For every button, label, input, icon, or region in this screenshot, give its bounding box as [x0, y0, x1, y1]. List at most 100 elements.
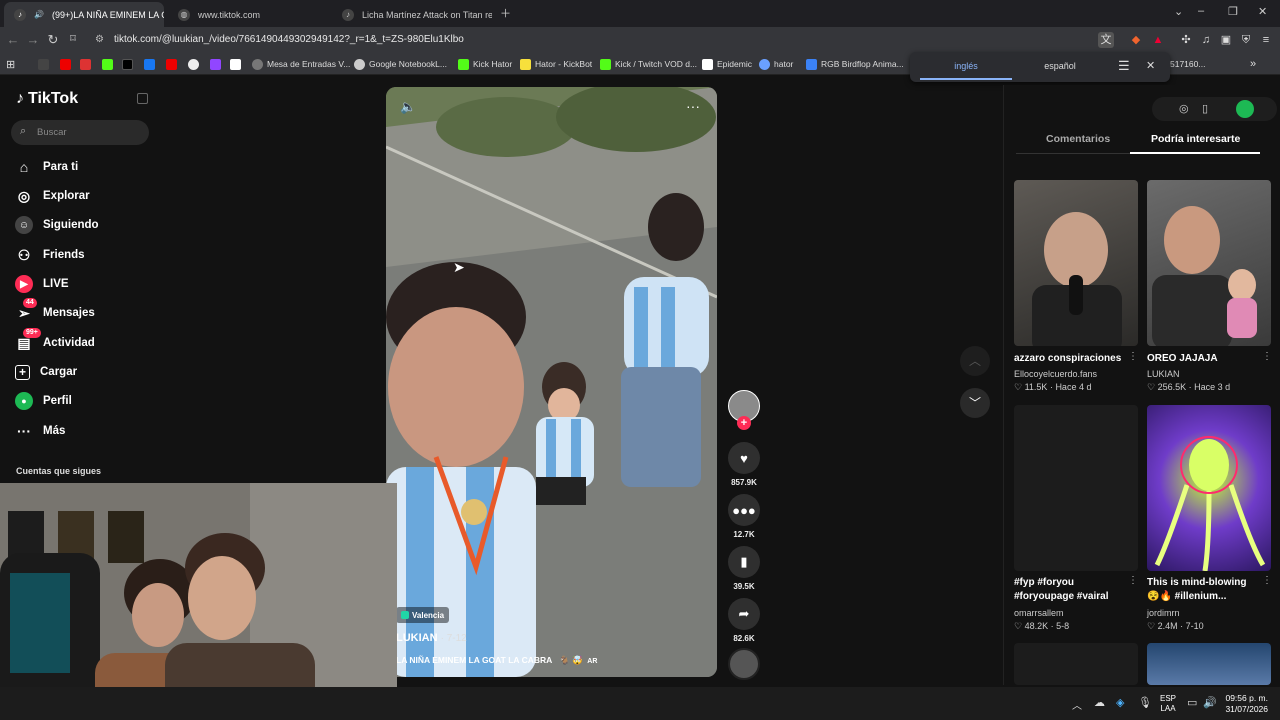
previous-video-button[interactable]: ︿	[960, 346, 990, 376]
browser-tab[interactable]: ◍ www.tiktok.com	[168, 2, 328, 27]
sidebar-item-friends[interactable]: ⚇ Friends	[15, 244, 85, 266]
video-author[interactable]: LUKIAN · 7-12	[396, 632, 467, 644]
volume-icon[interactable]: 🔊	[1203, 696, 1217, 709]
bookmark-link[interactable]: 517160...	[1170, 56, 1205, 72]
tab-podria-interesarte[interactable]: Podría interesarte	[1151, 133, 1240, 145]
bookmark-link[interactable]: Mesa de Entradas V...	[252, 56, 350, 72]
like-button[interactable]: ♥ 857.9K	[727, 442, 761, 487]
author-avatar[interactable]: +	[727, 390, 761, 430]
bookmark-link[interactable]: Hator - KickBot	[520, 56, 592, 72]
tiktok-logo[interactable]: ♪ TikTok	[16, 90, 78, 108]
forward-icon[interactable]: →	[25, 32, 41, 47]
bookmark-link[interactable]: Google NotebookL...	[354, 56, 447, 72]
translate-lang-source[interactable]: inglés	[920, 61, 1012, 71]
bookmark-page-icon[interactable]: ⌑	[65, 32, 81, 45]
device-icon[interactable]: ▯	[1202, 102, 1208, 115]
card-author[interactable]: jordimrn	[1147, 608, 1180, 618]
card-more-icon[interactable]: ⋮	[1128, 575, 1138, 586]
bookmark-link[interactable]: Epidemic	[702, 56, 752, 72]
vpn-icon[interactable]: ⛨	[1238, 32, 1254, 48]
network-icon[interactable]: ▭	[1187, 696, 1197, 709]
video-more-icon[interactable]: ···	[686, 98, 700, 114]
show-hidden-icons-icon[interactable]: ︿	[1072, 697, 1082, 712]
github-icon[interactable]	[188, 56, 199, 72]
translate-menu-icon[interactable]: ☰	[1118, 58, 1130, 74]
sidebar-item-actividad[interactable]: ▤ 99+ Actividad	[15, 328, 95, 354]
rewards-icon[interactable]: ▲	[1150, 32, 1166, 48]
sidebar-item-mensajes[interactable]: ➢ 44 Mensajes	[15, 298, 95, 324]
collapse-sidebar-icon[interactable]	[137, 93, 148, 104]
extensions-icon[interactable]: ✣	[1178, 32, 1194, 48]
cloud-icon[interactable]: ☁	[1094, 696, 1105, 709]
url-field[interactable]: ⚙ tiktok.com/@luukian_/video/76614904493…	[90, 30, 1090, 50]
sidebar-item-para-ti[interactable]: ⌂ Para ti	[15, 156, 78, 178]
new-tab-icon[interactable]: ＋	[500, 5, 511, 21]
location-tag[interactable]: Valencia	[396, 607, 450, 623]
sidebar-item-live[interactable]: ▶ LIVE	[15, 273, 69, 295]
video-card-thumbnail[interactable]	[1147, 643, 1271, 685]
card-more-icon[interactable]: ⋮	[1262, 351, 1272, 362]
card-title[interactable]: This is mind-blowing 😵🔥 #illenium...	[1147, 576, 1257, 604]
follow-plus-icon[interactable]: +	[737, 416, 751, 430]
bookmark-link[interactable]: RGB Birdflop Anima...	[806, 56, 904, 72]
close-icon[interactable]: ✕	[1146, 59, 1155, 72]
profile-avatar[interactable]	[1236, 100, 1254, 118]
gmail-icon[interactable]	[80, 56, 91, 72]
bookmark-link[interactable]: hator	[759, 56, 793, 72]
video-card-thumbnail[interactable]	[1014, 643, 1138, 685]
kick-icon[interactable]	[102, 56, 113, 72]
mute-icon[interactable]: 🔈	[400, 99, 416, 115]
video-card-thumbnail[interactable]	[1147, 405, 1271, 571]
card-title[interactable]: #fyp #foryou #foryoupage #vairal	[1014, 576, 1124, 604]
bookmark-icon[interactable]	[230, 56, 241, 72]
save-button[interactable]: ▮ 39.5K	[727, 546, 761, 591]
close-window-icon[interactable]: ✕	[1258, 5, 1267, 18]
tiktok-bookmark-icon[interactable]	[122, 56, 133, 72]
youtube-icon[interactable]	[166, 56, 177, 72]
sidebar-item-perfil[interactable]: ● Perfil	[15, 390, 72, 412]
menu-icon[interactable]: ≡	[1258, 32, 1274, 48]
tab-search-icon[interactable]: ⌄	[1174, 5, 1183, 18]
sidebar-item-explorar[interactable]: ◎ Explorar	[15, 185, 90, 207]
maximize-icon[interactable]: ❐	[1228, 5, 1238, 18]
clock[interactable]: 09:56 p. m. 31/07/2026	[1222, 693, 1268, 715]
sound-disc[interactable]	[727, 648, 761, 680]
card-title[interactable]: OREO JAJAJA	[1147, 352, 1257, 366]
sidebar-item-mas[interactable]: ··· Más	[15, 420, 65, 442]
media-icon[interactable]: ♫	[1198, 32, 1214, 48]
site-info-icon[interactable]: ⚙	[95, 30, 104, 50]
bookmark-link[interactable]: Kick / Twitch VOD d...	[600, 56, 697, 72]
search-input[interactable]: ⌕ Buscar	[11, 120, 149, 145]
reload-icon[interactable]: ↻	[45, 32, 61, 48]
video-card-thumbnail[interactable]	[1014, 405, 1138, 571]
translate-lang-target[interactable]: español	[1014, 61, 1106, 71]
microphone-icon[interactable]: 🎙	[1138, 696, 1152, 709]
video-player[interactable]: 🔈 ··· Valencia LUKIAN · 7-12 LA NIÑA EMI…	[386, 87, 717, 677]
card-title[interactable]: azzaro conspiraciones	[1014, 352, 1124, 366]
brave-shield-icon[interactable]: ◆	[1128, 32, 1144, 48]
video-card-thumbnail[interactable]	[1014, 180, 1138, 346]
translate-icon[interactable]: 文	[1098, 32, 1114, 48]
tab-comentarios[interactable]: Comentarios	[1046, 133, 1110, 145]
card-author[interactable]: LUKIAN	[1147, 369, 1180, 379]
app-tray-icon[interactable]: ◈	[1116, 696, 1124, 709]
card-author[interactable]: Ellocoyelcuerdo.fans	[1014, 369, 1097, 379]
card-author[interactable]: omarrsallem	[1014, 608, 1064, 618]
twitch-icon[interactable]	[210, 56, 221, 72]
card-more-icon[interactable]: ⋮	[1262, 575, 1272, 586]
compass-icon[interactable]: ◎	[1179, 102, 1189, 115]
share-button[interactable]: ➦ 82.6K	[727, 598, 761, 643]
apps-icon[interactable]: ⊞	[6, 56, 15, 72]
comment-button[interactable]: ●●● 12.7K	[727, 494, 761, 539]
meta-icon[interactable]	[144, 56, 155, 72]
bookmark-link[interactable]: Kick Hator	[458, 56, 512, 72]
card-more-icon[interactable]: ⋮	[1128, 351, 1138, 362]
back-icon[interactable]: ←	[5, 32, 21, 47]
next-video-button[interactable]: ﹀	[960, 388, 990, 418]
sidebar-item-siguiendo[interactable]: ☺ Siguiendo	[15, 214, 99, 236]
bookmark-icon[interactable]	[38, 56, 49, 72]
youtube-icon[interactable]	[60, 56, 71, 72]
more-bookmarks-icon[interactable]: »	[1250, 56, 1256, 72]
browser-tab-active[interactable]: ♪ 🔊 (99+)LA NIÑA EMINEM LA GOAT ✕	[4, 2, 164, 27]
minimize-icon[interactable]: –	[1198, 5, 1204, 17]
